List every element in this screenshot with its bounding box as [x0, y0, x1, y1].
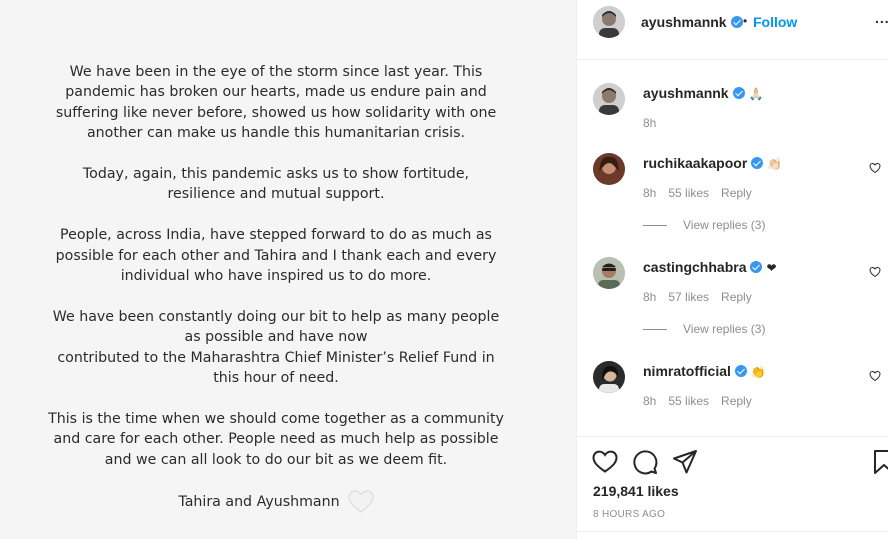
avatar[interactable] — [593, 153, 625, 185]
post-statement: We have been in the eye of the storm sin… — [44, 62, 508, 514]
comment-meta: 8h — [643, 116, 656, 130]
header-username[interactable]: ayushmannk — [641, 14, 727, 30]
post-image[interactable]: We have been in the eye of the storm sin… — [0, 0, 576, 539]
verified-badge-icon — [734, 365, 747, 377]
likes-count[interactable]: 219,841 likes — [593, 483, 679, 499]
reply-button[interactable]: Reply — [721, 394, 752, 408]
avatar[interactable] — [593, 6, 625, 38]
comment-time: 8h — [643, 186, 657, 200]
comments-list[interactable]: ayushmannk 🙏🏻 8h ruchikaakapoor 👏🏻 8h 55 l… — [577, 61, 888, 436]
avatar[interactable] — [593, 257, 625, 289]
share-button[interactable] — [672, 449, 698, 475]
white-heart-icon — [348, 490, 374, 514]
follow-button[interactable]: Follow — [753, 14, 797, 30]
verified-badge-icon — [732, 87, 745, 99]
comment-likes[interactable]: 55 likes — [668, 394, 709, 408]
avatar[interactable] — [593, 83, 625, 115]
comment-meta: 8h 57 likes Reply — [643, 290, 752, 304]
header-username-row[interactable]: ayushmannk — [641, 14, 743, 30]
view-replies-label[interactable]: View replies (3) — [683, 322, 765, 336]
post-timestamp: 8 HOURS AGO — [593, 509, 666, 520]
post-paragraph-1: We have been in the eye of the storm sin… — [55, 64, 497, 142]
comment-text: 🙏🏻 — [748, 87, 764, 101]
comment-button[interactable] — [632, 449, 658, 475]
comment-text: ❤ — [766, 261, 777, 275]
comment-username[interactable]: castingchhabra — [643, 259, 746, 275]
comment-time: 8h — [643, 116, 657, 130]
reply-button[interactable]: Reply — [721, 290, 752, 304]
comment-time: 8h — [643, 290, 657, 304]
divider — [577, 531, 888, 532]
view-replies-label[interactable]: View replies (3) — [683, 218, 765, 232]
like-button[interactable] — [592, 449, 618, 475]
comment-username-row[interactable]: nimratofficial 👏 — [643, 363, 766, 379]
heart-outline-icon[interactable] — [869, 370, 881, 382]
verified-badge-icon — [730, 16, 743, 28]
comment-username-row[interactable]: ruchikaakapoor 👏🏻 — [643, 155, 782, 171]
speech-bubble-icon[interactable] — [632, 449, 658, 475]
post-paragraph-4: We have been constantly doing our bit to… — [52, 308, 500, 387]
verified-badge-icon — [750, 261, 763, 273]
reply-button[interactable]: Reply — [721, 186, 752, 200]
post-signature: Tahira and Ayushmann — [178, 494, 340, 511]
comment-time: 8h — [643, 394, 657, 408]
comment-username[interactable]: ayushmannk — [643, 85, 729, 101]
heart-outline-icon[interactable] — [869, 162, 881, 174]
avatar[interactable] — [593, 361, 625, 393]
separator-dot: • — [743, 14, 748, 28]
heart-outline-icon[interactable] — [592, 449, 618, 475]
comment-likes[interactable]: 55 likes — [668, 186, 709, 200]
post-actions-footer: 219,841 likes 8 HOURS AGO — [577, 436, 888, 539]
comment-meta: 8h 55 likes Reply — [643, 186, 752, 200]
comment-username[interactable]: nimratofficial — [643, 363, 731, 379]
comment-likes[interactable]: 57 likes — [668, 290, 709, 304]
comment-meta: 8h 55 likes Reply — [643, 394, 752, 408]
save-button[interactable] — [873, 449, 888, 475]
post-side-panel: ayushmannk • Follow ... ayushmannk 🙏🏻 8h … — [576, 0, 888, 539]
comment-username-row[interactable]: castingchhabra ❤ — [643, 259, 777, 275]
post-signature-row: Tahira and Ayushmann — [178, 490, 374, 514]
heart-outline-icon[interactable] — [869, 266, 881, 278]
view-replies-button[interactable]: View replies (3) — [643, 322, 765, 336]
comment-username-row[interactable]: ayushmannk 🙏🏻 — [643, 85, 764, 101]
divider — [643, 224, 667, 226]
more-options-icon[interactable]: ... — [875, 10, 888, 26]
post-paragraph-3: People, across India, have stepped forwa… — [55, 227, 497, 285]
comment-text: 👏🏻 — [767, 157, 783, 171]
post-paragraph-2: Today, again, this pandemic asks us to s… — [82, 166, 470, 203]
comment-username[interactable]: ruchikaakapoor — [643, 155, 747, 171]
paper-plane-icon[interactable] — [672, 449, 698, 475]
bookmark-icon[interactable] — [873, 449, 888, 475]
post-header: ayushmannk • Follow ... — [577, 0, 888, 60]
verified-badge-icon — [751, 157, 764, 169]
view-replies-button[interactable]: View replies (3) — [643, 218, 765, 232]
comment-text: 👏 — [750, 365, 766, 379]
post-paragraph-5: This is the time when we should come tog… — [48, 410, 504, 468]
divider — [643, 328, 667, 330]
